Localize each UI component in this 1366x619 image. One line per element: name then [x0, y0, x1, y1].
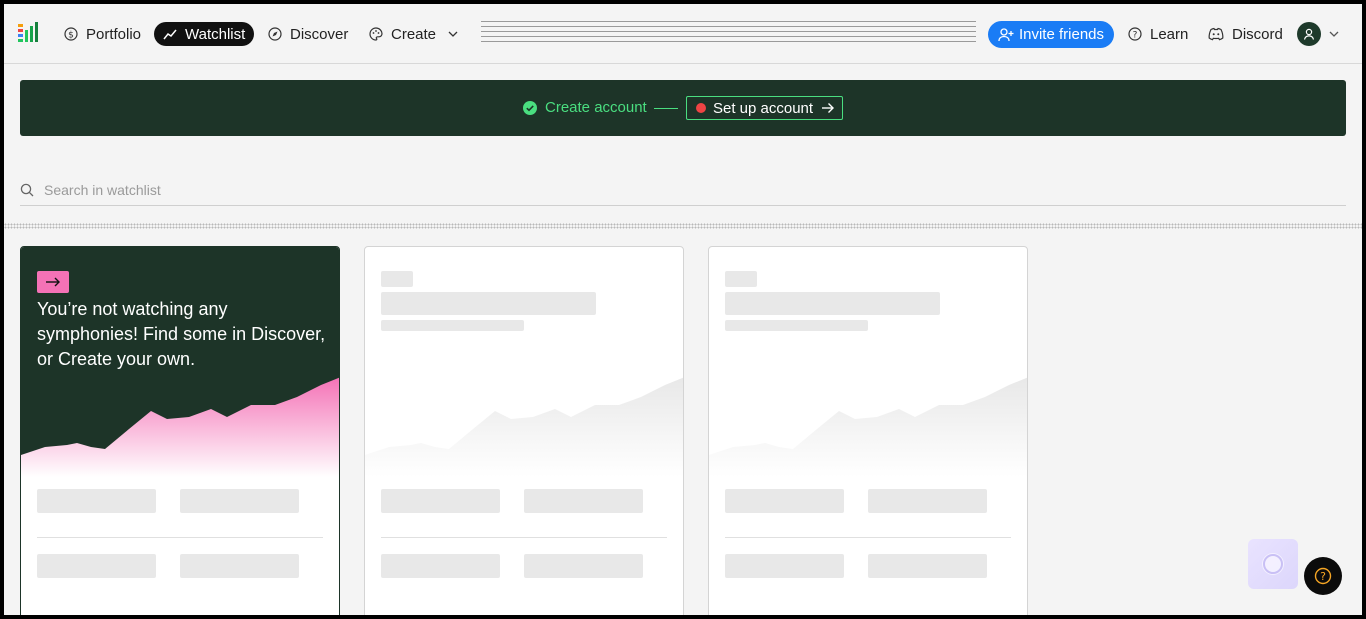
- arrow-right-icon: [37, 271, 69, 293]
- card-divider: [725, 537, 1011, 538]
- compass-icon: [268, 27, 282, 41]
- nav-create[interactable]: Create: [363, 22, 468, 46]
- skeleton-chart: [365, 377, 683, 477]
- skeleton-block: [381, 489, 500, 513]
- skeleton-block: [868, 489, 987, 513]
- chevron-down-icon: [448, 31, 458, 37]
- nav-discord-label: Discord: [1232, 25, 1283, 43]
- skeleton-block: [725, 554, 844, 578]
- skeleton-block: [37, 554, 156, 578]
- step-create-account-label: Create account: [545, 99, 647, 116]
- set-up-account-label: Set up account: [713, 99, 814, 117]
- nav-create-label: Create: [391, 25, 437, 43]
- card-divider: [381, 537, 667, 538]
- nav-learn[interactable]: ? Learn: [1122, 22, 1196, 46]
- skeleton-chart: [709, 377, 1027, 477]
- dollar-icon: $: [64, 27, 78, 41]
- empty-watchlist-message: You’re not watching any symphonies! Find…: [37, 299, 326, 369]
- nav-portfolio[interactable]: $ Portfolio: [58, 22, 149, 46]
- svg-text:?: ?: [1133, 31, 1138, 41]
- logo-icon[interactable]: [18, 22, 42, 46]
- skeleton-block: [37, 489, 156, 513]
- invite-friends-label: Invite friends: [1018, 26, 1105, 43]
- step-connector: [654, 108, 678, 109]
- discord-icon: [1208, 27, 1224, 41]
- skeleton-block: [381, 320, 524, 331]
- status-dot: [696, 103, 706, 113]
- skeleton-block: [381, 271, 413, 287]
- nav-watchlist-label: Watchlist: [185, 25, 246, 43]
- skeleton-block: [725, 320, 868, 331]
- empty-watchlist-card[interactable]: You’re not watching any symphonies! Find…: [20, 246, 340, 615]
- assistant-widget[interactable]: [1248, 539, 1298, 589]
- svg-text:?: ?: [1320, 570, 1326, 583]
- section-divider: [4, 223, 1362, 229]
- svg-text:$: $: [68, 31, 74, 41]
- app-frame: $ Portfolio Watchlist Discover Create In…: [4, 4, 1362, 615]
- step-create-account: Create account: [523, 99, 647, 116]
- card-divider: [37, 537, 323, 538]
- top-nav: $ Portfolio Watchlist Discover Create In…: [4, 4, 1362, 64]
- skeleton-block: [524, 489, 643, 513]
- nav-learn-label: Learn: [1150, 25, 1189, 43]
- search-input[interactable]: [44, 181, 644, 198]
- check-circle-icon: [523, 100, 537, 115]
- search-icon: [20, 183, 34, 196]
- skeleton-card: [708, 246, 1028, 615]
- help-icon: ?: [1314, 567, 1332, 585]
- watchlist-search: [20, 174, 1346, 206]
- nav-discover[interactable]: Discover: [262, 22, 356, 46]
- invite-friends-button[interactable]: Invite friends: [988, 21, 1114, 48]
- account-menu[interactable]: [1297, 22, 1341, 46]
- skeleton-block: [180, 554, 299, 578]
- help-button[interactable]: ?: [1304, 557, 1342, 595]
- nav-discover-label: Discover: [290, 25, 349, 43]
- skeleton-block: [180, 489, 299, 513]
- skeleton-block: [868, 554, 987, 578]
- avatar: [1297, 22, 1321, 46]
- user-icon: [1303, 28, 1315, 40]
- skeleton-block: [381, 292, 596, 315]
- nav-discord[interactable]: Discord: [1202, 22, 1291, 46]
- chevron-down-icon: [1329, 31, 1339, 37]
- skeleton-block: [725, 292, 940, 315]
- palette-icon: [369, 27, 383, 41]
- nav-portfolio-label: Portfolio: [86, 25, 142, 43]
- skeleton-card: [364, 246, 684, 615]
- promo-chart: [21, 377, 339, 477]
- nav-divider-lines: [481, 21, 976, 47]
- nav-watchlist[interactable]: Watchlist: [154, 22, 255, 46]
- user-plus-icon: [998, 27, 1014, 41]
- skeleton-block: [725, 271, 757, 287]
- swirl-icon: [1262, 553, 1284, 575]
- trend-icon: [163, 29, 177, 40]
- set-up-account-button[interactable]: Set up account: [686, 96, 843, 120]
- skeleton-block: [725, 489, 844, 513]
- skeleton-block: [524, 554, 643, 578]
- onboarding-banner: Create account Set up account: [20, 80, 1346, 136]
- arrow-right-icon: [822, 103, 835, 113]
- question-icon: ?: [1128, 27, 1142, 41]
- skeleton-block: [381, 554, 500, 578]
